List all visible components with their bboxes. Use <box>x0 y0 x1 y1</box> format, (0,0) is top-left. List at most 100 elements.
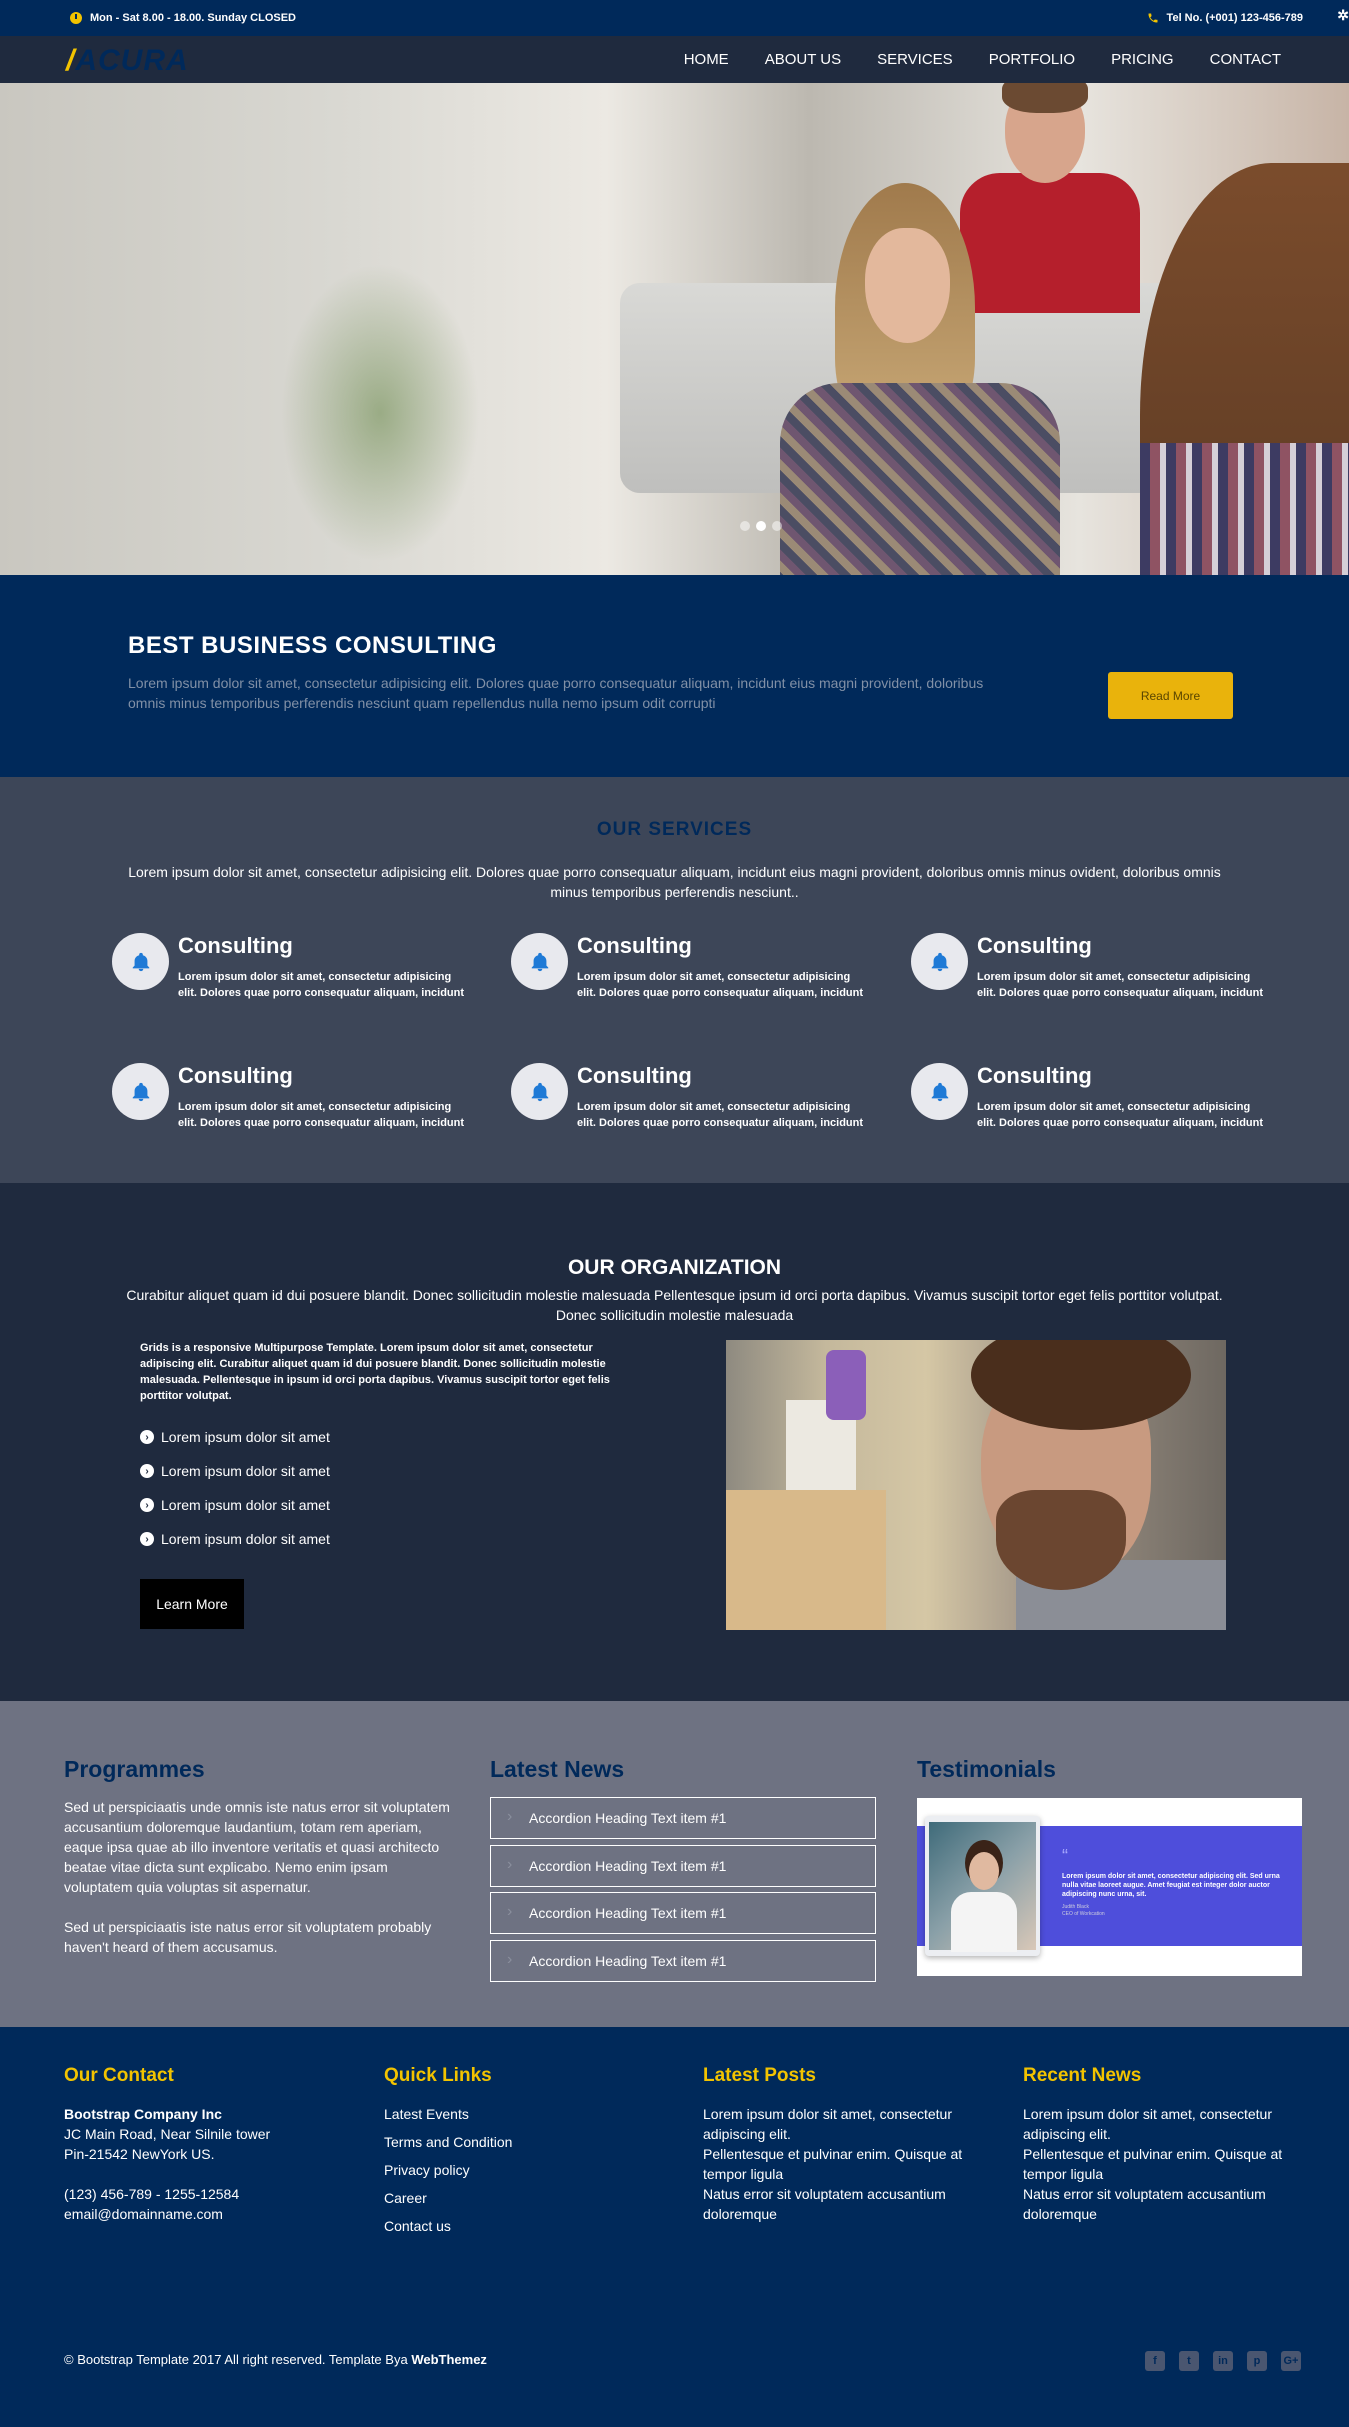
navbar: /ACURA HOME ABOUT US SERVICES PORTFOLIO … <box>0 36 1349 83</box>
service-title: Consulting <box>977 933 1092 958</box>
services-title: OUR SERVICES <box>596 819 753 840</box>
opening-hours-text: Mon - Sat 8.00 - 18.00. Sunday CLOSED <box>90 12 296 24</box>
check-circle-icon: › <box>140 1464 154 1478</box>
contact-email[interactable]: email@domainname.com <box>64 2204 334 2224</box>
footer-link[interactable]: Latest Events <box>384 2100 654 2128</box>
man-at-work-photo <box>726 1340 1226 1630</box>
bell-icon <box>112 1063 169 1120</box>
latest-news-title: Latest News <box>490 1756 625 1782</box>
footer-contact: Our Contact Bootstrap Company Inc JC Mai… <box>64 2065 334 2224</box>
accordion-item[interactable]: Accordion Heading Text item #1 <box>490 1940 876 1982</box>
post-item[interactable]: Pellentesque et pulvinar enim. Quisque a… <box>703 2144 973 2184</box>
accordion-item[interactable]: Accordion Heading Text item #1 <box>490 1845 876 1887</box>
check-circle-icon: › <box>140 1498 154 1512</box>
organization-body: Grids is a responsive Multipurpose Templ… <box>140 1342 610 1402</box>
service-title: Consulting <box>178 933 293 958</box>
contact-phone: (123) 456-789 - 1255-12584 <box>64 2186 240 2202</box>
post-item[interactable]: Lorem ipsum dolor sit amet, consectetur … <box>703 2104 973 2144</box>
hero-image <box>0 83 1349 575</box>
service-card[interactable]: Consulting Lorem ipsum dolor sit amet, c… <box>112 1063 472 1153</box>
footer-link[interactable]: Career <box>384 2184 654 2212</box>
post-item[interactable]: Natus error sit voluptatem accusantium d… <box>703 2184 973 2224</box>
footer-link[interactable]: Terms and Condition <box>384 2128 654 2156</box>
footer-recent-news: Recent News Lorem ipsum dolor sit amet, … <box>1023 2065 1293 2224</box>
list-item: › Lorem ipsum dolor sit amet <box>140 1488 330 1522</box>
nav-portfolio[interactable]: PORTFOLIO <box>989 51 1075 68</box>
service-card[interactable]: Consulting Lorem ipsum dolor sit amet, c… <box>911 933 1271 1023</box>
organization-section: OUR ORGANIZATION Curabitur aliquet quam … <box>0 1183 1349 1701</box>
phone-icon <box>1148 13 1158 23</box>
learn-more-button[interactable]: Learn More <box>140 1579 244 1629</box>
service-desc: Lorem ipsum dolor sit amet, consectetur … <box>577 971 864 999</box>
check-circle-icon: › <box>140 1532 154 1546</box>
logo[interactable]: /ACURA <box>66 44 189 78</box>
bell-icon <box>511 1063 568 1120</box>
list-item-text: Lorem ipsum dolor sit amet <box>161 1531 330 1547</box>
service-title: Consulting <box>577 1063 692 1088</box>
testimonial-role: CEO of Workcation <box>1062 1911 1105 1917</box>
feature-list: › Lorem ipsum dolor sit amet › Lorem ipsum… <box>140 1420 330 1556</box>
list-item: › Lorem ipsum dolor sit amet <box>140 1454 330 1488</box>
service-card[interactable]: Consulting Lorem ipsum dolor sit amet, c… <box>911 1063 1271 1153</box>
service-card[interactable]: Consulting Lorem ipsum dolor sit amet, c… <box>511 933 871 1023</box>
woman-speaking <box>740 183 1060 575</box>
services-section: OUR SERVICES Lorem ipsum dolor sit amet,… <box>0 777 1349 1183</box>
organization-title: OUR ORGANIZATION <box>567 1256 782 1279</box>
news-item[interactable]: Pellentesque et pulvinar enim. Quisque a… <box>1023 2144 1293 2184</box>
service-card[interactable]: Consulting Lorem ipsum dolor sit amet, c… <box>511 1063 871 1153</box>
footer-link[interactable]: Contact us <box>384 2212 654 2240</box>
testimonial-name: Judith Black <box>1062 1904 1089 1910</box>
programmes-paragraph: Sed ut perspiciaatis unde omnis iste nat… <box>64 1799 450 1895</box>
footer-latest-posts: Latest Posts Lorem ipsum dolor sit amet,… <box>703 2065 973 2224</box>
phone-text: Tel No. (+001) 123-456-789 <box>1166 12 1303 24</box>
news-item[interactable]: Lorem ipsum dolor sit amet, consectetur … <box>1023 2104 1293 2144</box>
google-plus-icon[interactable]: G+ <box>1281 2351 1301 2371</box>
gear-icon[interactable]: ✲ <box>1337 7 1349 24</box>
footer-link[interactable]: Privacy policy <box>384 2156 654 2184</box>
service-desc: Lorem ipsum dolor sit amet, consectetur … <box>977 971 1264 999</box>
list-item: › Lorem ipsum dolor sit amet <box>140 1420 330 1454</box>
address-line: Pin-21542 NewYork US. <box>64 2146 215 2162</box>
testimonial-photo <box>925 1816 1040 1956</box>
latest-posts-title: Latest Posts <box>703 2065 816 2086</box>
main-menu: HOME ABOUT US SERVICES PORTFOLIO PRICING… <box>684 36 1281 83</box>
services-intro: Lorem ipsum dolor sit amet, consectetur … <box>128 864 1221 900</box>
nav-about-us[interactable]: ABOUT US <box>765 51 841 68</box>
clock-icon <box>70 12 82 24</box>
quote-icon: “ <box>1062 1846 1068 1866</box>
bell-icon <box>911 1063 968 1120</box>
facebook-icon[interactable]: f <box>1145 2351 1165 2371</box>
news-item[interactable]: Natus error sit voluptatem accusantium d… <box>1023 2184 1293 2224</box>
testimonials-title: Testimonials <box>917 1756 1056 1782</box>
list-item: › Lorem ipsum dolor sit amet <box>140 1522 330 1556</box>
bell-icon <box>911 933 968 990</box>
pinterest-icon[interactable]: p <box>1247 2351 1267 2371</box>
slider-dot[interactable] <box>772 521 782 531</box>
read-more-button[interactable]: Read More <box>1108 672 1233 719</box>
service-desc: Lorem ipsum dolor sit amet, consectetur … <box>178 971 465 999</box>
service-desc: Lorem ipsum dolor sit amet, consectetur … <box>977 1101 1264 1129</box>
copyright-brand-link[interactable]: WebThemez <box>411 2352 487 2367</box>
top-bar: Mon - Sat 8.00 - 18.00. Sunday CLOSED Te… <box>0 0 1349 36</box>
info-section: Programmes Sed ut perspiciaatis unde omn… <box>0 1701 1349 2027</box>
bell-icon <box>511 933 568 990</box>
nav-pricing[interactable]: PRICING <box>1111 51 1174 68</box>
service-title: Consulting <box>577 933 692 958</box>
nav-contact[interactable]: CONTACT <box>1210 51 1281 68</box>
opening-hours: Mon - Sat 8.00 - 18.00. Sunday CLOSED <box>70 12 296 24</box>
slider-dots <box>740 521 782 531</box>
accordion-item[interactable]: Accordion Heading Text item #1 <box>490 1797 876 1839</box>
accordion-item[interactable]: Accordion Heading Text item #1 <box>490 1892 876 1934</box>
slider-dot-active[interactable] <box>756 521 766 531</box>
footer: Our Contact Bootstrap Company Inc JC Mai… <box>0 2027 1349 2427</box>
slider-dot[interactable] <box>740 521 750 531</box>
nav-home[interactable]: HOME <box>684 51 729 68</box>
service-card[interactable]: Consulting Lorem ipsum dolor sit amet, c… <box>112 933 472 1023</box>
twitter-icon[interactable]: t <box>1179 2351 1199 2371</box>
programmes-text: Sed ut perspiciaatis unde omnis iste nat… <box>64 1797 454 1957</box>
service-title: Consulting <box>178 1063 293 1088</box>
nav-services[interactable]: SERVICES <box>877 51 953 68</box>
linkedin-icon[interactable]: in <box>1213 2351 1233 2371</box>
copyright-text: © Bootstrap Template 2017 All right rese… <box>64 2352 408 2367</box>
service-desc: Lorem ipsum dolor sit amet, consectetur … <box>178 1101 465 1129</box>
